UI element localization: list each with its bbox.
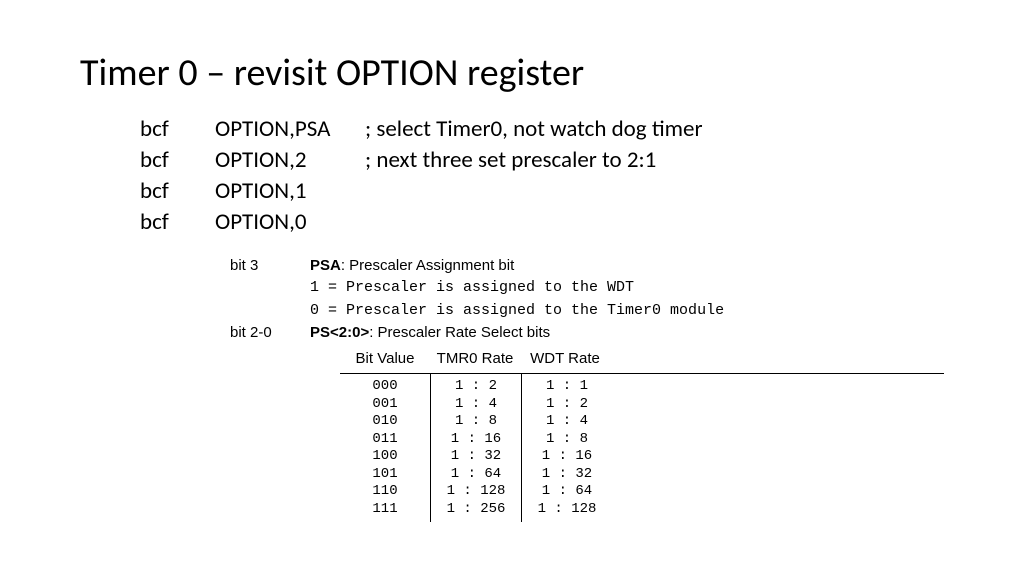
table-cell: 1 : 1: [522, 378, 612, 396]
table-cell: 111: [340, 501, 430, 519]
bit-desc-text: : Prescaler Rate Select bits: [369, 324, 550, 341]
table-cell: 1 : 8: [431, 413, 521, 431]
bit-value-line: 1 = Prescaler is assigned to the WDT: [310, 278, 634, 298]
table-cell: 1 : 16: [522, 448, 612, 466]
mnemonic: bcf: [140, 176, 215, 207]
operand: OPTION,1: [215, 176, 365, 207]
col-header-wdt: WDT Rate: [520, 349, 610, 369]
bit3-value-row: 0 = Prescaler is assigned to the Timer0 …: [230, 301, 944, 321]
register-doc: bit 3 PSA: Prescaler Assignment bit 1 = …: [230, 256, 944, 522]
table-cell: 1 : 32: [522, 466, 612, 484]
table-cell: 110: [340, 483, 430, 501]
bit-name: PSA: [310, 257, 341, 274]
table-cell: 1 : 256: [431, 501, 521, 519]
assembly-code: bcf OPTION,PSA ; select Timer0, not watc…: [140, 114, 944, 238]
table-cell: 001: [340, 396, 430, 414]
bit-label: bit 2-0: [230, 323, 310, 343]
table-cell: 1 : 64: [522, 483, 612, 501]
col-header-tmr0: TMR0 Rate: [430, 349, 520, 369]
bit-value-line: 0 = Prescaler is assigned to the Timer0 …: [310, 301, 724, 321]
slide-title: Timer 0 – revisit OPTION register: [80, 50, 944, 96]
code-line: bcf OPTION,PSA ; select Timer0, not watc…: [140, 114, 944, 145]
table-cell: 010: [340, 413, 430, 431]
prescaler-rate-table: Bit Value TMR0 Rate WDT Rate 000 001 010…: [340, 349, 944, 522]
code-line: bcf OPTION,0: [140, 207, 944, 238]
bit-desc: PS<2:0>: Prescaler Rate Select bits: [310, 323, 550, 343]
table-cell: 1 : 64: [431, 466, 521, 484]
bit-desc-text: : Prescaler Assignment bit: [341, 257, 514, 274]
code-line: bcf OPTION,2 ; next three set prescaler …: [140, 145, 944, 176]
table-cell: 1 : 32: [431, 448, 521, 466]
table-cell: 1 : 2: [522, 396, 612, 414]
table-cell: 100: [340, 448, 430, 466]
table-cell: 000: [340, 378, 430, 396]
col-bits: 000 001 010 011 100 101 110 111: [340, 374, 431, 522]
bit20-row: bit 2-0 PS<2:0>: Prescaler Rate Select b…: [230, 323, 944, 343]
comment: ; next three set prescaler to 2:1: [365, 145, 656, 176]
bit3-value-row: 1 = Prescaler is assigned to the WDT: [230, 278, 944, 298]
table-cell: 1 : 128: [522, 501, 612, 519]
operand: OPTION,2: [215, 145, 365, 176]
code-line: bcf OPTION,1: [140, 176, 944, 207]
bit3-row: bit 3 PSA: Prescaler Assignment bit: [230, 256, 944, 276]
comment: ; select Timer0, not watch dog timer: [365, 114, 703, 145]
slide: Timer 0 – revisit OPTION register bcf OP…: [0, 0, 1024, 522]
mnemonic: bcf: [140, 207, 215, 238]
bit-label: bit 3: [230, 256, 310, 276]
operand: OPTION,PSA: [215, 114, 365, 145]
table-body: 000 001 010 011 100 101 110 111 1 : 2 1 …: [340, 373, 944, 522]
table-cell: 011: [340, 431, 430, 449]
table-cell: 1 : 4: [522, 413, 612, 431]
table-cell: 1 : 8: [522, 431, 612, 449]
mnemonic: bcf: [140, 145, 215, 176]
table-cell: 1 : 16: [431, 431, 521, 449]
table-header: Bit Value TMR0 Rate WDT Rate: [340, 349, 944, 369]
bit-desc: PSA: Prescaler Assignment bit: [310, 256, 514, 276]
operand: OPTION,0: [215, 207, 365, 238]
col-tmr0: 1 : 2 1 : 4 1 : 8 1 : 16 1 : 32 1 : 64 1…: [431, 374, 522, 522]
col-wdt: 1 : 1 1 : 2 1 : 4 1 : 8 1 : 16 1 : 32 1 …: [522, 374, 612, 522]
table-cell: 1 : 4: [431, 396, 521, 414]
mnemonic: bcf: [140, 114, 215, 145]
table-cell: 1 : 128: [431, 483, 521, 501]
col-header-bits: Bit Value: [340, 349, 430, 369]
bit-name: PS<2:0>: [310, 324, 369, 341]
table-cell: 1 : 2: [431, 378, 521, 396]
table-cell: 101: [340, 466, 430, 484]
